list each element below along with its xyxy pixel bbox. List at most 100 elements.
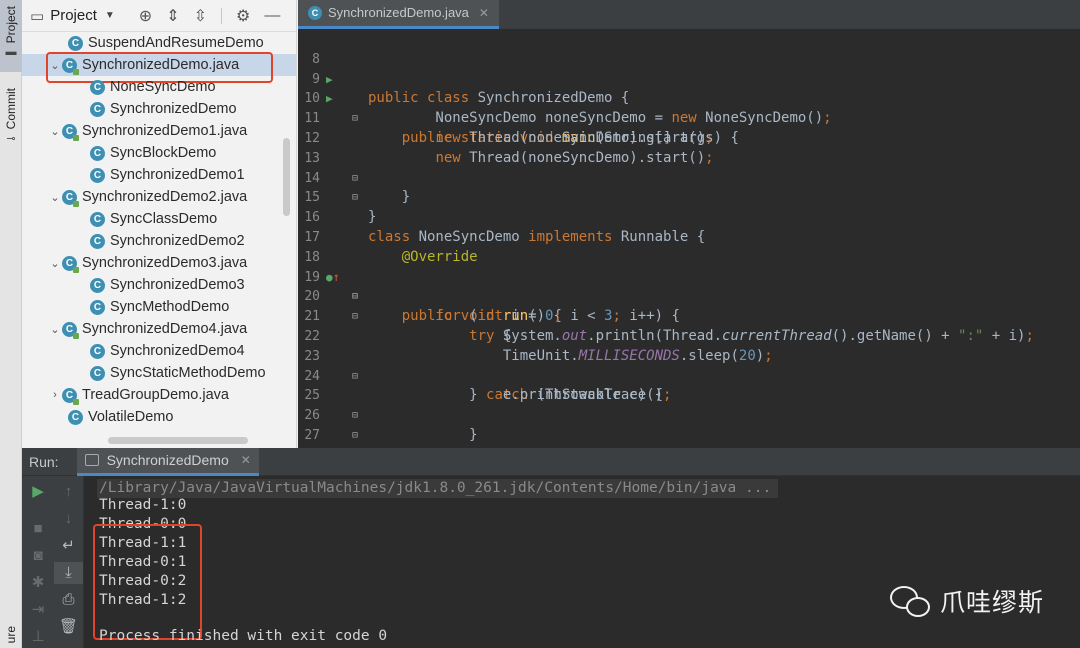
run-label: Run: xyxy=(29,453,59,470)
watermark: 爪哇缪斯 xyxy=(889,583,1044,619)
chevron-down-icon[interactable]: ⌄ xyxy=(48,125,62,138)
java-class-icon: C xyxy=(62,57,79,75)
java-class-icon: C xyxy=(90,101,105,117)
project-panel: ▭ Project ▼ ⊕ ⇕ ⇳ ⚙ — C SuspendAndResumeD… xyxy=(22,0,297,448)
code-line: 23 ⊟ } catch (Throwable e) { xyxy=(298,327,1080,404)
chevron-right-icon[interactable]: › xyxy=(48,389,62,401)
tree-item-class[interactable]: C SyncClassDemo xyxy=(22,208,296,230)
tree-item-class[interactable]: C SynchronizedDemo xyxy=(22,98,296,120)
project-tool-window-tab[interactable]: Project ▬ xyxy=(0,0,22,72)
pin-icon[interactable]: ⊥ xyxy=(22,626,54,648)
editor-tab[interactable]: C SynchronizedDemo.java ✕ xyxy=(298,0,499,29)
tree-item-label: VolatileDemo xyxy=(88,409,174,425)
left-tool-strip: Project ▬ Commit ⊸ ure xyxy=(0,0,22,648)
code-line: 28 ⊟ } xyxy=(298,426,1080,503)
project-view-selector[interactable]: Project xyxy=(50,7,97,24)
tree-item-label: SyncMethodDemo xyxy=(110,299,230,315)
tree-item-label: TreadGroupDemo.java xyxy=(82,387,229,403)
run-header: Run: SynchronizedDemo ✕ xyxy=(22,447,1080,476)
code-line: 19 ⊟ for (int i = 0; i < 3; i++) { xyxy=(298,248,1080,325)
code-line: 12 new Thread(noneSyncDemo).start(); xyxy=(298,109,1080,166)
commit-tool-window-tab[interactable]: Commit ⊸ xyxy=(0,88,22,154)
watermark-text: 爪哇缪斯 xyxy=(939,588,1044,617)
print-icon[interactable]: ⎙ xyxy=(54,589,83,611)
java-class-icon: C xyxy=(90,79,105,95)
code-line: 24 e.printStackTrace(); xyxy=(298,347,1080,404)
rerun-icon[interactable]: ▶ xyxy=(22,481,54,503)
scroll-to-end-icon[interactable]: ⤓ xyxy=(54,562,83,584)
project-panel-header: ▭ Project ▼ ⊕ ⇕ ⇳ ⚙ — xyxy=(22,0,296,32)
java-class-icon: C xyxy=(90,167,105,183)
minimize-icon[interactable]: — xyxy=(264,7,280,25)
horizontal-scrollbar[interactable] xyxy=(108,437,248,444)
expand-all-icon[interactable]: ⇕ xyxy=(166,6,179,26)
tree-item-file[interactable]: ⌄ C SynchronizedDemo4.java xyxy=(22,318,296,340)
tree-item-class[interactable]: C SynchronizedDemo2 xyxy=(22,230,296,252)
run-tab[interactable]: SynchronizedDemo ✕ xyxy=(76,447,259,476)
structure-tab-label: ure xyxy=(4,626,18,644)
close-icon[interactable]: ✕ xyxy=(241,453,251,467)
arrow-down-icon[interactable]: ↓ xyxy=(54,508,83,530)
tree-item-label: SynchronizedDemo2 xyxy=(110,233,245,249)
code-line: 16 class NoneSyncDemo implements Runnabl… xyxy=(298,188,1080,245)
java-class-icon: C xyxy=(90,343,105,359)
tree-item-file[interactable]: › C TreadGroupDemo.java xyxy=(22,384,296,406)
camera-icon[interactable]: ◙ xyxy=(22,545,54,567)
collapse-all-icon[interactable]: ⇳ xyxy=(194,6,207,26)
structure-tool-window-tab[interactable]: ure xyxy=(0,626,22,648)
java-class-icon: C xyxy=(62,123,79,141)
tree-item-label: SuspendAndResumeDemo xyxy=(88,35,264,51)
code-line: 10 NoneSyncDemo noneSyncDemo = new NoneS… xyxy=(298,70,1080,126)
trash-icon[interactable]: 🗑 xyxy=(54,616,83,638)
debug-icon[interactable]: ✱ xyxy=(22,572,54,594)
arrow-up-icon[interactable]: ↑ xyxy=(54,481,83,503)
close-icon[interactable]: ✕ xyxy=(479,6,489,20)
tree-item-class[interactable]: C SyncMethodDemo xyxy=(22,296,296,318)
java-class-icon: C xyxy=(62,321,79,339)
code-line: 15 xyxy=(298,169,1080,205)
soft-wrap-icon[interactable]: ↵ xyxy=(54,535,83,557)
project-tab-label: Project xyxy=(4,6,18,44)
gear-icon[interactable]: ⚙ xyxy=(236,6,250,26)
tree-item-file[interactable]: ⌄ C SynchronizedDemo2.java xyxy=(22,186,296,208)
tree-item-label: SyncClassDemo xyxy=(110,211,218,227)
exit-icon[interactable]: ⇥ xyxy=(22,599,54,621)
vertical-scrollbar[interactable] xyxy=(283,138,290,216)
code-line: 11 new Thread(noneSyncDemo).start(); xyxy=(298,89,1080,146)
tree-item-file[interactable]: C VolatileDemo xyxy=(22,406,296,428)
tree-item-file[interactable]: ⌄ C SynchronizedDemo.java xyxy=(22,52,296,83)
tree-item-class[interactable]: C SyncBlockDemo xyxy=(22,142,296,164)
editor-tab-label: SynchronizedDemo.java xyxy=(328,5,469,20)
project-toolbar: ⊕ ⇕ ⇳ ⚙ — xyxy=(139,6,281,26)
tree-item-label: NoneSyncDemo xyxy=(110,79,216,95)
tree-item-class[interactable]: C SynchronizedDemo3 xyxy=(22,274,296,296)
tree-item-label: SyncStaticMethodDemo xyxy=(110,365,266,381)
code-area[interactable]: 8 ▶ public class SynchronizedDemo { 9 ▶ … xyxy=(298,30,1080,503)
java-class-icon: C xyxy=(308,5,322,20)
tree-item-class[interactable]: C SynchronizedDemo4 xyxy=(22,340,296,362)
chevron-down-icon[interactable]: ⌄ xyxy=(48,59,62,72)
chevron-down-icon[interactable]: ▼ xyxy=(105,10,115,21)
stop-icon[interactable]: ■ xyxy=(22,518,54,540)
java-class-icon: C xyxy=(90,299,105,315)
wechat-icon xyxy=(889,584,932,618)
chevron-down-icon[interactable]: ⌄ xyxy=(48,191,62,204)
tree-item-class[interactable]: C SynchronizedDemo1 xyxy=(22,164,296,186)
tree-item-file[interactable]: ⌄ C SynchronizedDemo3.java xyxy=(22,252,296,274)
tree-item-label: SynchronizedDemo3.java xyxy=(82,255,248,271)
java-class-icon: C xyxy=(90,145,105,161)
tree-item-class[interactable]: C SyncStaticMethodDemo xyxy=(22,362,296,384)
locate-icon[interactable]: ⊕ xyxy=(139,6,152,26)
commit-icon: ⊸ xyxy=(6,133,16,146)
tree-item-file[interactable]: C SuspendAndResumeDemo xyxy=(22,32,296,54)
tree-item-label: SyncBlockDemo xyxy=(110,145,217,161)
chevron-down-icon[interactable]: ⌄ xyxy=(48,257,62,270)
java-class-icon: C xyxy=(68,35,83,51)
code-line: 27 ⊟ } xyxy=(298,406,1080,483)
chevron-down-icon[interactable]: ⌄ xyxy=(48,323,62,336)
tree-item-file[interactable]: ⌄ C SynchronizedDemo1.java xyxy=(22,120,296,142)
tree-item-class[interactable]: C NoneSyncDemo xyxy=(22,76,296,98)
tree-item-label: SynchronizedDemo.java xyxy=(82,57,240,73)
console-output[interactable]: /Library/Java/JavaVirtualMachines/jdk1.8… xyxy=(93,476,1080,648)
commit-tab-label: Commit xyxy=(4,88,18,130)
